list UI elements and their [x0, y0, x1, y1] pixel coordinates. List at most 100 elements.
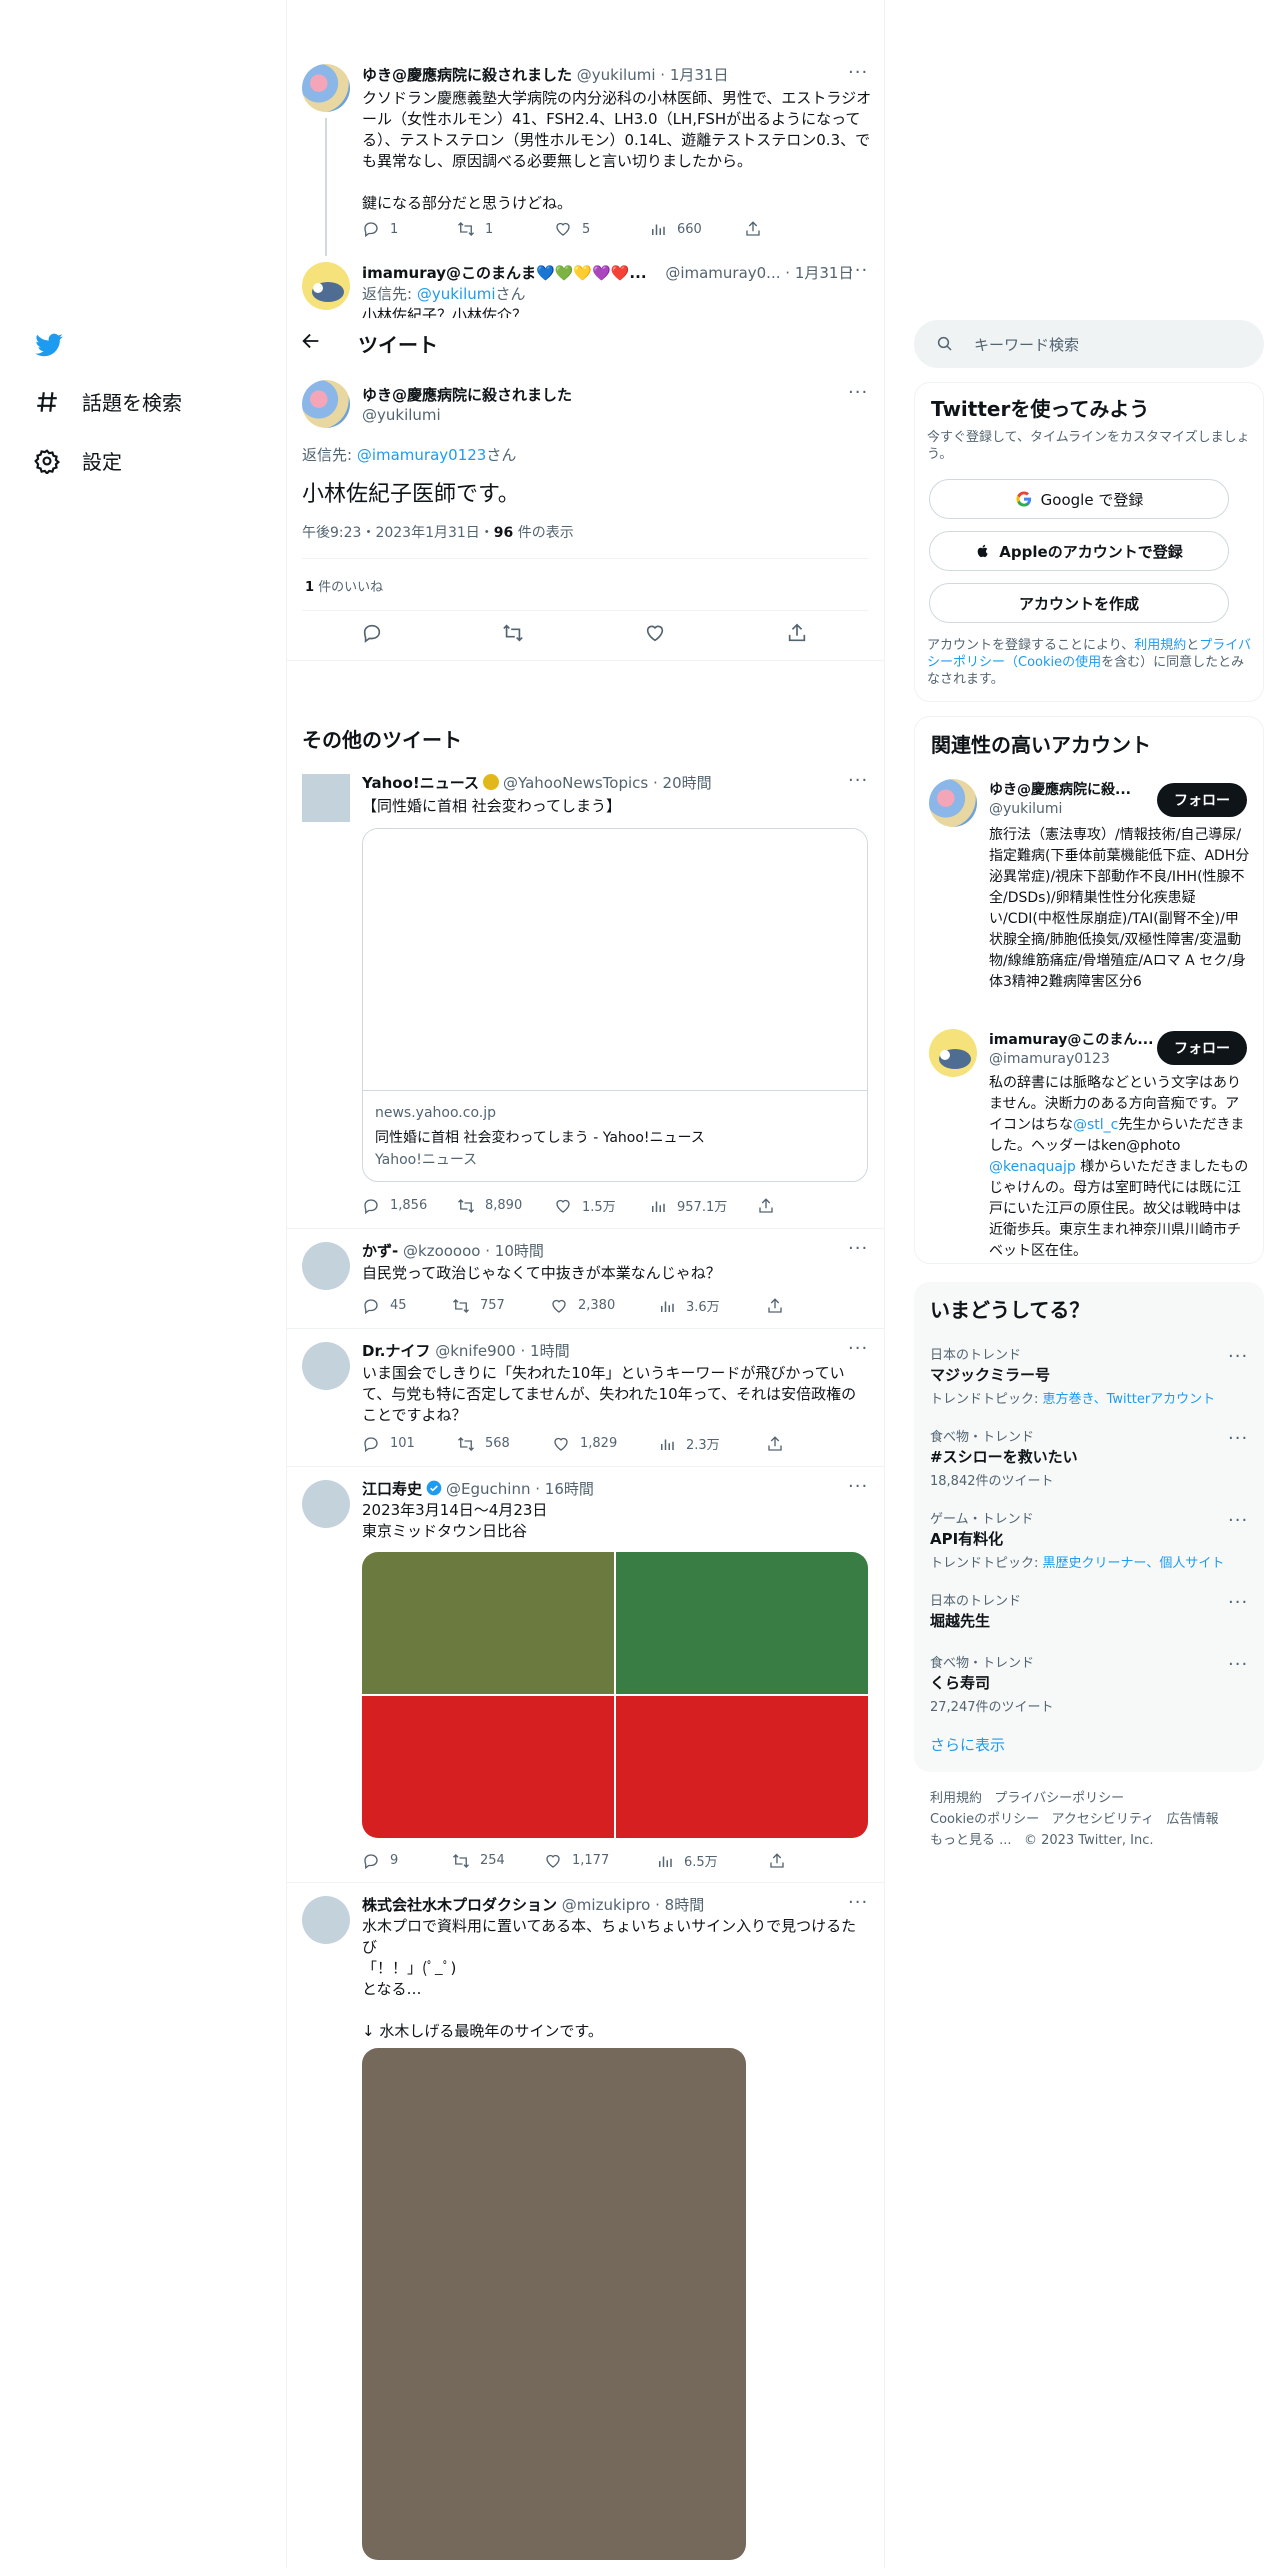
tweet-author[interactable]: かず- @kzooooo · 10時間 [362, 1240, 544, 1261]
avatar[interactable] [302, 380, 350, 428]
more-icon[interactable]: ··· [848, 382, 868, 403]
media-image[interactable] [362, 2048, 746, 2560]
reply-button[interactable]: 1,856 [362, 1197, 457, 1215]
footer-more-link[interactable]: もっと見る ... [930, 1833, 1012, 1848]
tweet-author[interactable]: ゆき@慶應病院に殺されました @yukilumi · 1月31日 [362, 64, 728, 85]
account-handle[interactable]: @yukilumi [989, 801, 1062, 817]
trend-item[interactable]: ゲーム・トレンド API有料化 トレンドトピック: 黒歴史クリーナー、個人サイト… [914, 1502, 1264, 1574]
tweet-author[interactable]: 江口寿史 @Eguchinn · 16時間 [362, 1478, 594, 1499]
tweet-author[interactable]: imamuray@このまんま💙💚💛💜❤️... @imamuray0... · … [362, 262, 853, 283]
avatar[interactable] [302, 262, 350, 310]
reply-to-link[interactable]: @yukilumi [417, 285, 496, 303]
follow-button[interactable]: フォロー [1157, 1031, 1247, 1065]
media-grid[interactable] [362, 1552, 868, 1838]
google-signup-button[interactable]: Google で登録 [929, 479, 1229, 519]
bio-mention-link[interactable]: @kenaquajp [989, 1159, 1076, 1175]
more-icon[interactable]: ··· [848, 1338, 868, 1359]
trend-topics-link[interactable]: 黒歴史クリーナー、個人サイト [1043, 1556, 1225, 1571]
reply-button[interactable]: 101 [362, 1435, 457, 1453]
trend-item[interactable]: 日本のトレンド マジックミラー号 トレンドトピック: 恵方巻き、Twitterア… [914, 1338, 1264, 1410]
avatar[interactable] [302, 1896, 350, 1944]
views-button[interactable]: 2.3万 [658, 1434, 766, 1453]
account-name[interactable]: ゆき@慶應病院に殺... [989, 779, 1131, 799]
back-button[interactable] [300, 330, 326, 356]
retweet-button[interactable]: 1 [457, 220, 554, 238]
search-input[interactable]: キーワード検索 [914, 320, 1264, 368]
media-image[interactable] [362, 1552, 614, 1694]
like-button[interactable]: 1,829 [552, 1435, 658, 1453]
like-button[interactable]: 1,177 [544, 1852, 656, 1870]
share-button[interactable] [766, 1435, 784, 1453]
more-icon[interactable]: ··· [848, 260, 868, 281]
bio-mention-link[interactable]: @stl_c [1073, 1117, 1118, 1133]
more-icon[interactable]: ··· [1228, 1346, 1248, 1367]
like-button[interactable] [644, 622, 666, 648]
tweet-author[interactable]: Dr.ナイフ @knife900 · 1時間 [362, 1340, 570, 1361]
more-icon[interactable]: ··· [848, 1238, 868, 1259]
views-button[interactable]: 6.5万 [656, 1851, 768, 1870]
reply-button[interactable]: 1 [362, 220, 457, 238]
retweet-button[interactable]: 8,890 [457, 1197, 554, 1215]
footer-accessibility-link[interactable]: アクセシビリティ [1052, 1812, 1155, 1827]
share-button[interactable] [766, 1297, 784, 1315]
avatar[interactable] [302, 774, 350, 822]
trend-item[interactable]: 日本のトレンド 堀越先生 ··· [914, 1584, 1264, 1640]
media-image[interactable] [616, 1552, 868, 1694]
nav-settings[interactable]: 設定 [34, 446, 122, 475]
retweet-button[interactable]: 254 [452, 1852, 544, 1870]
more-icon[interactable]: ··· [1228, 1428, 1248, 1449]
retweet-button[interactable] [502, 622, 524, 648]
retweet-button[interactable]: 568 [457, 1435, 552, 1453]
views-button[interactable]: 660 [649, 220, 744, 238]
follow-button[interactable]: フォロー [1157, 783, 1247, 817]
more-icon[interactable]: ··· [848, 62, 868, 83]
trend-topics-link[interactable]: 恵方巻き、Twitterアカウント [1043, 1392, 1216, 1407]
like-button[interactable]: 1.5万 [554, 1196, 649, 1215]
more-icon[interactable]: ··· [848, 1476, 868, 1497]
twitter-logo-link[interactable] [34, 330, 64, 360]
avatar[interactable] [302, 64, 350, 112]
likes-summary[interactable]: 1 件のいいね [305, 576, 383, 595]
more-icon[interactable]: ··· [1228, 1592, 1248, 1613]
footer-ads-link[interactable]: 広告情報 [1167, 1812, 1219, 1827]
share-button[interactable] [768, 1852, 786, 1870]
nav-explore[interactable]: 話題を検索 [34, 387, 182, 416]
avatar[interactable] [302, 1342, 350, 1390]
show-more-link[interactable]: さらに表示 [930, 1734, 1005, 1755]
link-card[interactable]: news.yahoo.co.jp 同性婚に首相 社会変わってしまう - Yaho… [362, 828, 868, 1182]
views-button[interactable]: 957.1万 [649, 1196, 757, 1215]
share-button[interactable] [744, 220, 762, 238]
more-icon[interactable]: ··· [848, 1892, 868, 1913]
terms-link[interactable]: 利用規約 [1134, 638, 1186, 653]
share-button[interactable] [757, 1197, 775, 1215]
reply-to-link[interactable]: @imamuray0123 [357, 446, 487, 464]
reply-button[interactable]: 9 [362, 1852, 452, 1870]
media-image[interactable] [362, 1696, 614, 1838]
trend-item[interactable]: 食べ物・トレンド #スシローを救いたい 18,842件のツイート ··· [914, 1420, 1264, 1492]
share-button[interactable] [786, 622, 808, 648]
create-account-button[interactable]: アカウントを作成 [929, 583, 1229, 623]
account-name[interactable]: imamuray@このまん... [989, 1029, 1153, 1049]
apple-signup-button[interactable]: Appleのアカウントで登録 [929, 531, 1229, 571]
more-icon[interactable]: ··· [1228, 1510, 1248, 1531]
media-image[interactable] [616, 1696, 868, 1838]
retweet-button[interactable]: 757 [452, 1297, 550, 1315]
tweet-author[interactable]: 株式会社水木プロダクション @mizukipro · 8時間 [362, 1894, 704, 1915]
author-handle[interactable]: @yukilumi [362, 406, 441, 424]
more-icon[interactable]: ··· [848, 770, 868, 791]
footer-terms-link[interactable]: 利用規約 [930, 1791, 982, 1806]
reply-button[interactable]: 45 [362, 1297, 452, 1315]
timestamp-text[interactable]: 午後9:23・2023年1月31日・ [302, 525, 494, 541]
avatar[interactable] [929, 779, 977, 827]
like-button[interactable]: 2,380 [550, 1297, 658, 1315]
avatar[interactable] [929, 1029, 977, 1077]
trend-item[interactable]: 食べ物・トレンド くら寿司 27,247件のツイート ··· [914, 1646, 1264, 1718]
avatar[interactable] [302, 1480, 350, 1528]
author-name[interactable]: ゆき@慶應病院に殺されました [362, 384, 572, 405]
account-handle[interactable]: @imamuray0123 [989, 1051, 1110, 1067]
avatar[interactable] [302, 1242, 350, 1290]
footer-cookie-link[interactable]: Cookieのポリシー [930, 1812, 1039, 1827]
views-button[interactable]: 3.6万 [658, 1296, 766, 1315]
footer-privacy-link[interactable]: プライバシーポリシー [994, 1791, 1124, 1806]
reply-button[interactable] [361, 622, 383, 648]
